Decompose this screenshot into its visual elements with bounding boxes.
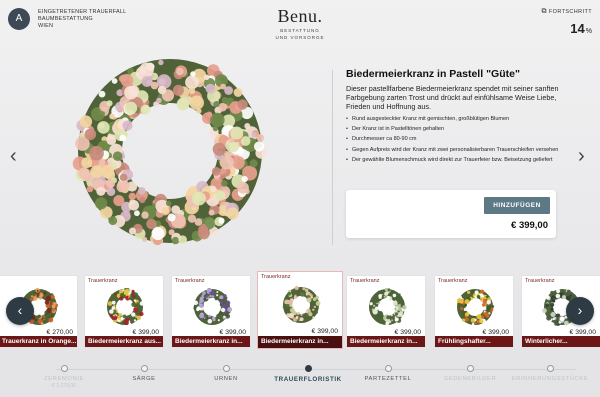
divider — [332, 70, 333, 245]
case-line-3: WIEN — [38, 23, 54, 29]
card-category: Trauerkranz — [525, 278, 555, 284]
card-category: Trauerkranz — [350, 278, 380, 284]
logo-sub-1: BESTATTUNG — [280, 28, 320, 33]
card-category: Trauerkranz — [88, 278, 118, 284]
prev-product-icon[interactable]: ‹ — [10, 146, 17, 166]
card-name: Biedermeierkranz in... — [172, 336, 250, 347]
card-name: Biedermeierkranz in... — [258, 336, 342, 348]
carousel-next-button[interactable]: › — [566, 297, 594, 325]
case-info: EINGETRETENER TRAUERFALL BAUMBESTATTUNG … — [38, 9, 126, 30]
step-label: SÄRGE — [132, 376, 156, 382]
card-name: Winterlicher... — [522, 336, 600, 347]
product-price: € 399,00 — [511, 220, 548, 231]
step-label: TRAUERFLORISTIK — [274, 376, 342, 383]
card-price: € 270,00 — [46, 329, 73, 336]
product-card[interactable]: Trauerkranz € 399,00 Biedermeierkranz au… — [84, 275, 164, 348]
card-image — [369, 288, 407, 326]
product-card[interactable]: Trauerkranz € 399,00 Frühlingshafter... — [434, 275, 514, 348]
step-navigation: ZEREMONIE € 1.279,00 SÄRGE URNEN TRAUERF… — [0, 360, 600, 397]
step-label: ZEREMONIE — [44, 376, 84, 382]
avatar[interactable]: A — [8, 8, 30, 30]
product-title: Biedermeierkranz in Pastell "Güte" — [346, 68, 520, 80]
step-saerge[interactable]: SÄRGE — [104, 365, 184, 382]
progress-indicator[interactable]: ⧉ FORTSCHRITT 14% — [541, 8, 592, 36]
card-price: € 399,00 — [394, 329, 421, 336]
step-partezettel[interactable]: PARTEZETTEL — [348, 365, 428, 382]
step-label: URNEN — [214, 376, 238, 382]
product-carousel: € 270,00 Trauerkranz in Orange... Trauer… — [0, 270, 600, 350]
step-dot — [384, 365, 392, 372]
progress-label-row: ⧉ FORTSCHRITT — [541, 8, 592, 16]
feature-item: Gegen Aufpreis wird der Kranz mit zwei p… — [346, 147, 561, 154]
product-card-selected[interactable]: Trauerkranz € 399,00 Biedermeierkranz in… — [257, 271, 343, 349]
product-image — [72, 59, 267, 246]
chevron-right-icon: › — [577, 302, 583, 318]
progress-value-row: 14% — [541, 21, 592, 36]
step-label: ERINNERUNGSSTÜCKE — [511, 376, 589, 382]
step-gedenkbilder[interactable]: GEDENKBILDER — [430, 365, 510, 382]
add-to-cart-button[interactable]: HINZUFÜGEN — [484, 197, 550, 214]
step-label: GEDENKBILDER — [443, 376, 497, 382]
feature-item: Der gewählte Blumenschmuck wird direkt z… — [346, 157, 561, 164]
card-image — [107, 288, 144, 326]
logo-sub-2: UND VORSORGE — [275, 35, 325, 40]
card-price: € 399,00 — [132, 329, 159, 336]
product-card[interactable]: Trauerkranz € 399,00 Biedermeierkranz in… — [171, 275, 251, 348]
progress-unit: % — [585, 28, 592, 35]
step-label: PARTEZETTEL — [364, 376, 412, 382]
feature-item: Durchmesser ca 80-90 cm — [346, 136, 561, 143]
step-dot — [466, 365, 474, 372]
card-name: Biedermeierkranz in... — [347, 336, 425, 347]
card-image — [282, 286, 321, 323]
card-price: € 399,00 — [482, 329, 509, 336]
step-dot — [546, 365, 554, 372]
card-name: Biedermeierkranz aus... — [85, 336, 163, 347]
step-dot — [304, 365, 312, 372]
step-trauerfloristik[interactable]: TRAUERFLORISTIK — [268, 365, 348, 383]
carousel-prev-button[interactable]: ‹ — [6, 297, 34, 325]
step-urnen[interactable]: URNEN — [186, 365, 266, 382]
step-dot — [140, 365, 148, 372]
feature-item: Der Kranz ist in Pastelltönen gehalten — [346, 126, 561, 133]
card-category: Trauerkranz — [438, 278, 468, 284]
progress-label: FORTSCHRITT — [548, 9, 592, 15]
card-price: € 399,00 — [311, 328, 338, 335]
card-name: Frühlingshafter... — [435, 336, 513, 347]
step-zeremonie[interactable]: ZEREMONIE € 1.279,00 — [24, 365, 104, 389]
product-card[interactable]: Trauerkranz € 399,00 Biedermeierkranz in… — [346, 275, 426, 348]
chevron-left-icon: ‹ — [17, 302, 23, 318]
product-description: Dieser pastellfarbene Biedermeierkranz s… — [346, 84, 559, 111]
step-erinnerungsstuecke[interactable]: ERINNERUNGSSTÜCKE — [510, 365, 590, 382]
purchase-box: HINZUFÜGEN € 399,00 — [346, 190, 556, 238]
step-dot — [60, 365, 68, 372]
card-image — [193, 288, 232, 325]
logo-text: Benu. — [277, 6, 323, 26]
progress-value: 14 — [570, 21, 585, 36]
card-price: € 399,00 — [219, 329, 246, 336]
next-product-icon[interactable]: › — [578, 146, 585, 166]
step-dot — [222, 365, 230, 372]
header: A EINGETRETENER TRAUERFALL BAUMBESTATTUN… — [0, 0, 600, 50]
card-price: € 399,00 — [569, 329, 596, 336]
external-link-icon: ⧉ — [541, 8, 547, 15]
card-image — [456, 289, 495, 326]
brand-logo[interactable]: Benu. BESTATTUNG UND VORSORGE — [250, 6, 350, 41]
card-category: Trauerkranz — [261, 274, 291, 280]
case-line-2: BAUMBESTATTUNG — [38, 16, 93, 22]
feature-item: Rund ausgesteckter Kranz mit gemischten,… — [346, 116, 561, 123]
case-line-1: EINGETRETENER TRAUERFALL — [38, 9, 127, 15]
card-name: Trauerkranz in Orange... — [0, 336, 77, 347]
feature-list: Rund ausgesteckter Kranz mit gemischten,… — [346, 116, 561, 167]
card-category: Trauerkranz — [175, 278, 205, 284]
step-price: € 1.279,00 — [52, 383, 76, 389]
